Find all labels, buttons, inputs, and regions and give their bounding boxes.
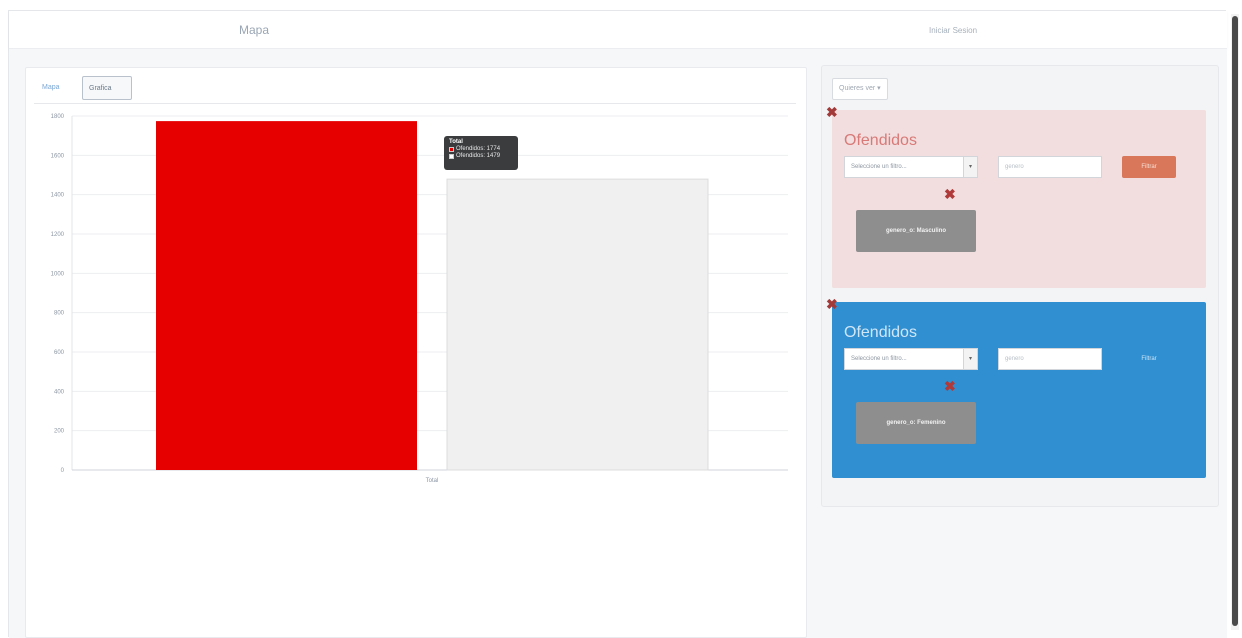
filter-button[interactable]: Filtrar: [1122, 348, 1176, 370]
page-title: Mapa: [239, 23, 270, 37]
y-tick-label: 600: [54, 350, 65, 356]
filter-card-title: Ofendidos: [844, 324, 917, 341]
y-tick-label: 800: [54, 311, 65, 317]
tooltip-swatch: [449, 153, 454, 159]
navbar: Mapa Iniciar Sesion: [9, 11, 1227, 49]
tooltip-swatch: [449, 146, 454, 152]
close-icon[interactable]: ✖: [944, 186, 956, 203]
chevron-down-icon[interactable]: ▾: [963, 349, 977, 369]
x-tick-label: Total: [426, 478, 439, 484]
bar: [156, 121, 417, 470]
y-tick-label: 1800: [51, 114, 65, 120]
y-tick-label: 1400: [51, 193, 65, 199]
vertical-scrollbar[interactable]: [1231, 14, 1239, 630]
y-tick-label: 1600: [51, 153, 65, 159]
close-icon[interactable]: ✖: [826, 104, 838, 121]
chart-panel: Mapa Grafica 0 200 400 600 800 1000 1200 1400 16…: [25, 67, 807, 638]
y-tick-label: 1200: [51, 232, 65, 238]
chevron-down-icon[interactable]: ▾: [963, 157, 977, 177]
tooltip-row: Ofendidos: 1774: [449, 146, 513, 152]
bar: [446, 178, 709, 471]
bar-chart: 0 200 400 600 800 1000 1200 1400 1600 1800 Total: [51, 114, 788, 484]
filter-card-title: Ofendidos: [844, 132, 917, 149]
filter-tag[interactable]: genero_o: Masculino: [856, 210, 976, 252]
filter-select-value: Seleccione un filtro...: [851, 164, 907, 170]
filter-card: ✖ Ofendidos Seleccione un filtro... ▾ ge…: [826, 104, 1206, 288]
filter-value-input[interactable]: genero: [998, 156, 1102, 178]
scrollbar-thumb[interactable]: [1232, 16, 1238, 626]
query-dropdown-button[interactable]: Quieres ver ▾: [832, 78, 888, 100]
tooltip-row-label: Ofendidos: 1774: [456, 146, 501, 152]
filter-panel: Quieres ver ▾ ✖ Ofendidos Seleccione un …: [821, 65, 1219, 507]
y-tick-label: 200: [54, 429, 65, 435]
chart-area: 0 200 400 600 800 1000 1200 1400 1600 1800 Total: [26, 68, 808, 488]
filter-button[interactable]: Filtrar: [1122, 156, 1176, 178]
tooltip-row-label: Ofendidos: 1479: [456, 153, 501, 159]
filter-select-value: Seleccione un filtro...: [851, 356, 907, 362]
login-link[interactable]: Iniciar Sesion: [929, 26, 977, 35]
close-icon[interactable]: ✖: [826, 296, 838, 313]
filter-card: ✖ Ofendidos Seleccione un filtro... ▾ ge…: [826, 296, 1206, 478]
filter-select[interactable]: Seleccione un filtro... ▾: [844, 348, 978, 370]
y-tick-label: 1000: [51, 271, 65, 277]
filter-tag[interactable]: genero_o: Femenino: [856, 402, 976, 444]
tooltip-title: Total: [449, 139, 463, 145]
filter-select[interactable]: Seleccione un filtro... ▾: [844, 156, 978, 178]
y-tick-label: 400: [54, 389, 65, 395]
tooltip-row: Ofendidos: 1479: [449, 153, 513, 159]
y-tick-label: 0: [61, 468, 65, 474]
filter-value-input[interactable]: genero: [998, 348, 1102, 370]
app-window: Mapa Iniciar Sesion Mapa Grafica 0 200 400…: [8, 10, 1227, 638]
chart-tooltip: Total Ofendidos: 1774 Ofendidos: 1479: [444, 136, 518, 170]
close-icon[interactable]: ✖: [944, 378, 956, 395]
